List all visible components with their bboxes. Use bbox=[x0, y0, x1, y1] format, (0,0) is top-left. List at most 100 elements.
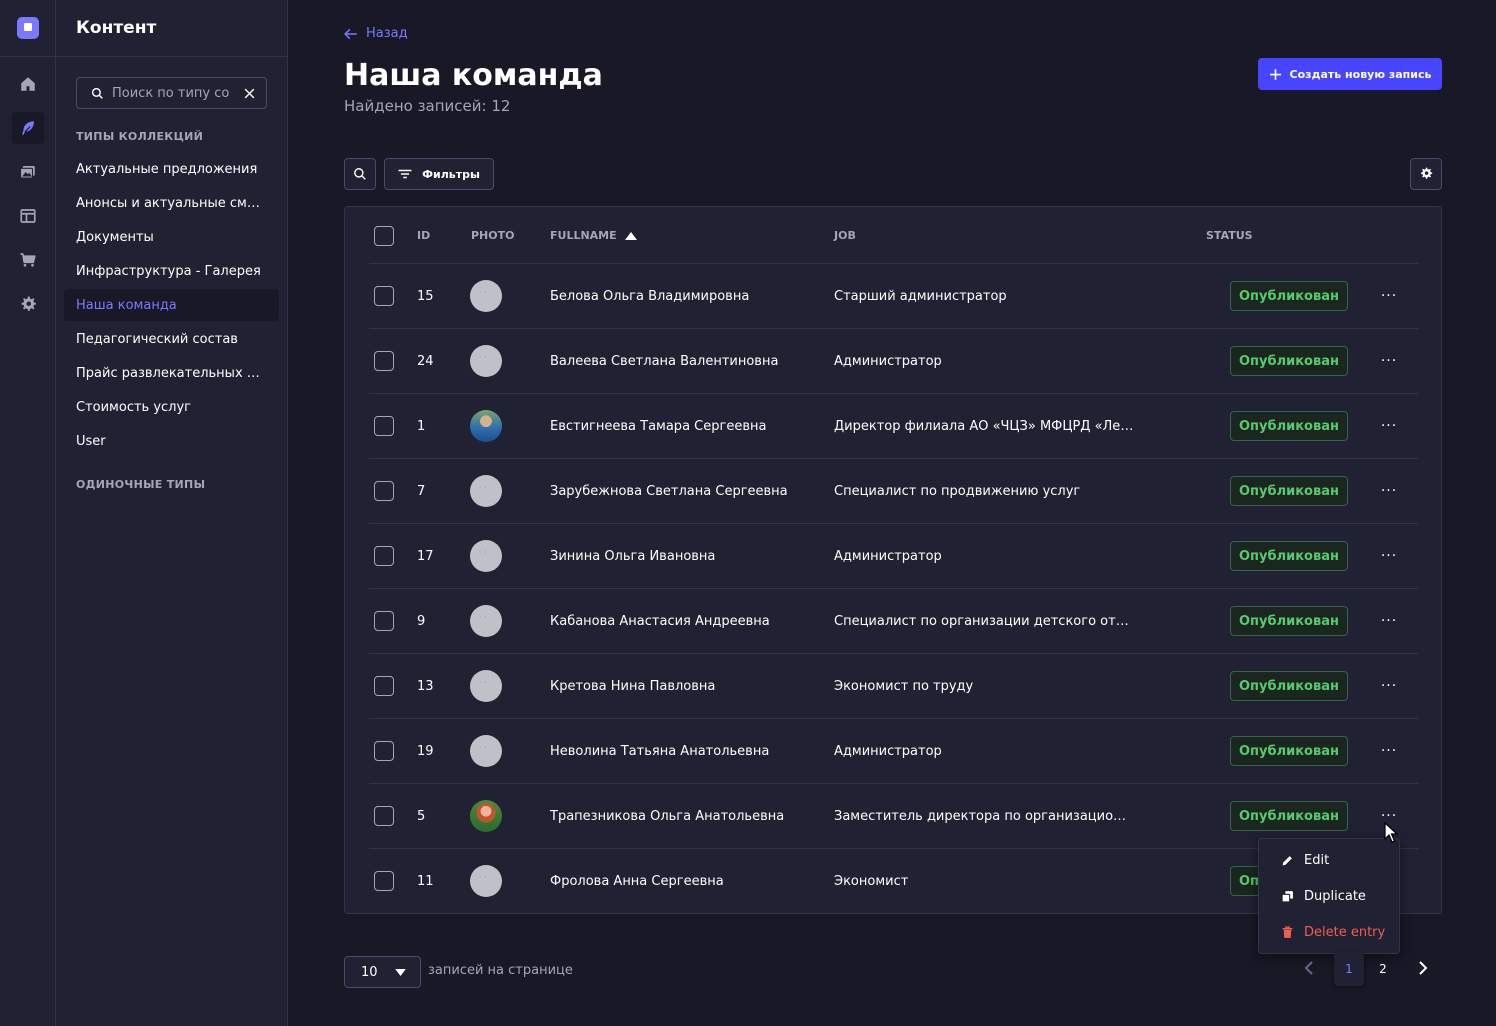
close-icon[interactable] bbox=[243, 87, 256, 100]
row-checkbox[interactable] bbox=[374, 286, 394, 306]
page-2-button[interactable]: 2 bbox=[1368, 952, 1398, 986]
cell-fullname: Фролова Анна Сергеевна bbox=[550, 873, 724, 889]
cart-icon[interactable] bbox=[12, 244, 44, 276]
table-search-button[interactable] bbox=[344, 158, 376, 190]
strapi-logo-icon[interactable] bbox=[17, 17, 39, 39]
avatar bbox=[470, 605, 502, 637]
avatar bbox=[470, 865, 502, 897]
edit-label: Edit bbox=[1304, 852, 1330, 868]
search-icon bbox=[354, 168, 366, 180]
more-actions-icon[interactable]: ··· bbox=[1379, 676, 1399, 696]
status-badge: Опубликован bbox=[1230, 281, 1348, 311]
more-actions-icon[interactable]: ··· bbox=[1379, 351, 1399, 371]
more-actions-icon[interactable]: ··· bbox=[1379, 416, 1399, 436]
duplicate-menu-item[interactable]: Duplicate bbox=[1281, 886, 1366, 906]
column-header-id[interactable]: ID bbox=[417, 229, 430, 242]
sidebar-item-label: Актуальные предложения bbox=[76, 161, 258, 177]
entries-table: ID PHOTO FULLNAME JOB STATUS 15Белова Ол… bbox=[344, 206, 1442, 914]
more-actions-icon[interactable]: ··· bbox=[1379, 741, 1399, 761]
collection-types-heading: ТИПЫ КОЛЛЕКЦИЙ bbox=[76, 130, 204, 143]
sort-ascending-icon[interactable] bbox=[624, 231, 637, 240]
row-checkbox[interactable] bbox=[374, 741, 394, 761]
sidebar-item-gallery[interactable]: Инфраструктура - Галерея bbox=[64, 255, 279, 287]
chevron-right-icon[interactable] bbox=[1412, 958, 1432, 978]
table-row[interactable]: 7 Зарубежнова Светлана Сергеевна Специалис… bbox=[369, 459, 1418, 524]
entries-count: Найдено записей: 12 bbox=[344, 97, 511, 115]
trash-icon bbox=[1282, 925, 1293, 938]
cell-job-text: Администратор bbox=[834, 353, 942, 369]
table-row[interactable]: 19 Неволина Татьяна Анатольевна Администра… bbox=[369, 719, 1418, 784]
page-size-value: 10 bbox=[361, 964, 378, 980]
row-checkbox[interactable] bbox=[374, 806, 394, 826]
cell-fullname: Евстигнеева Тамара Сергеевна bbox=[550, 418, 767, 434]
view-settings-button[interactable] bbox=[1410, 158, 1442, 190]
page-size-select[interactable]: 10 bbox=[344, 956, 421, 988]
filters-button[interactable]: Фильтры bbox=[384, 158, 494, 190]
page-1-button[interactable]: 1 bbox=[1334, 952, 1364, 986]
column-header-fullname[interactable]: FULLNAME bbox=[550, 229, 637, 242]
row-checkbox[interactable] bbox=[374, 611, 394, 631]
row-checkbox[interactable] bbox=[374, 416, 394, 436]
table-row[interactable]: 15 Белова Ольга Владимировна Старший админ… bbox=[369, 264, 1418, 329]
column-header-job[interactable]: JOB bbox=[834, 229, 856, 242]
sidebar-item-offers[interactable]: Актуальные предложения bbox=[64, 153, 279, 185]
sidebar-item-teachers[interactable]: Педагогический состав bbox=[64, 323, 279, 355]
back-label: Назад bbox=[366, 26, 408, 41]
subnav-divider bbox=[56, 56, 288, 57]
status-badge: Опубликован bbox=[1230, 606, 1348, 636]
row-checkbox[interactable] bbox=[374, 351, 394, 371]
sidebar-item-announcements[interactable]: Анонсы и актуальные смены bbox=[64, 187, 279, 219]
table-row[interactable]: 1 Евстигнеева Тамара Сергеевна Директор фи… bbox=[369, 394, 1418, 459]
back-link[interactable]: Назад bbox=[344, 26, 408, 41]
collection-search-input[interactable]: Поиск по типу со bbox=[76, 77, 267, 109]
sidebar-item-label: Анонсы и актуальные смены bbox=[76, 195, 261, 211]
duplicate-icon bbox=[1281, 890, 1293, 902]
cell-job-text: Заместитель директора по организационны.… bbox=[834, 808, 1134, 824]
table-row[interactable]: 24 Валеева Светлана Валентиновна Администр… bbox=[369, 329, 1418, 394]
subnav-title: Контент bbox=[76, 18, 157, 38]
sidebar-item-service-cost[interactable]: Стоимость услуг bbox=[64, 391, 279, 423]
edit-menu-item[interactable]: Edit bbox=[1281, 850, 1329, 870]
column-header-status[interactable]: STATUS bbox=[1206, 229, 1253, 242]
filter-icon bbox=[398, 169, 412, 179]
home-icon[interactable] bbox=[12, 68, 44, 100]
media-library-icon[interactable] bbox=[12, 156, 44, 188]
chevron-left-icon[interactable] bbox=[1300, 958, 1320, 978]
avatar bbox=[470, 800, 502, 832]
sidebar-item-label: Документы bbox=[76, 229, 154, 245]
sidebar-item-user[interactable]: User bbox=[64, 425, 279, 457]
cell-job: Администратор bbox=[834, 329, 942, 393]
column-label: ID bbox=[417, 229, 431, 242]
row-checkbox[interactable] bbox=[374, 871, 394, 891]
table-row[interactable]: 13 Кретова Нина Павловна Экономист по труд… bbox=[369, 654, 1418, 719]
search-placeholder: Поиск по типу со bbox=[112, 85, 230, 101]
app-root: Контент Поиск по типу со ТИПЫ КОЛЛЕКЦИЙ … bbox=[0, 0, 1496, 1026]
delete-entry-menu-item[interactable]: Delete entry bbox=[1281, 922, 1385, 942]
feather-icon[interactable] bbox=[12, 112, 44, 144]
more-actions-icon[interactable]: ··· bbox=[1379, 481, 1399, 501]
table-row[interactable]: 9 Кабанова Анастасия Андреевна Специалист … bbox=[369, 589, 1418, 654]
row-checkbox[interactable] bbox=[374, 481, 394, 501]
layout-icon[interactable] bbox=[12, 200, 44, 232]
more-actions-icon[interactable]: ··· bbox=[1379, 546, 1399, 566]
row-checkbox[interactable] bbox=[374, 546, 394, 566]
table-row[interactable]: 17 Зинина Ольга Ивановна Администратор Опуб… bbox=[369, 524, 1418, 589]
sidebar-item-label: Педагогический состав bbox=[76, 331, 238, 347]
cell-job-text: Директор филиала АО «ЧЦЗ» МФЦРД «Лес... bbox=[834, 418, 1134, 434]
filters-label: Фильтры bbox=[422, 167, 480, 181]
sidebar-item-price-list[interactable]: Прайс развлекательных п... bbox=[64, 357, 279, 389]
cell-id: 13 bbox=[417, 678, 434, 694]
sidebar-item-label: User bbox=[76, 433, 106, 449]
sidebar-item-documents[interactable]: Документы bbox=[64, 221, 279, 253]
more-actions-icon[interactable]: ··· bbox=[1379, 286, 1399, 306]
row-checkbox[interactable] bbox=[374, 676, 394, 696]
gear-icon[interactable] bbox=[12, 288, 44, 320]
cell-job-text: Администратор bbox=[834, 548, 942, 564]
select-all-checkbox[interactable] bbox=[374, 226, 394, 246]
column-label: PHOTO bbox=[471, 229, 515, 242]
more-actions-icon[interactable]: ··· bbox=[1379, 611, 1399, 631]
sidebar-item-team[interactable]: Наша команда bbox=[64, 289, 279, 321]
status-badge: Опубликован bbox=[1230, 411, 1348, 441]
cell-id: 24 bbox=[417, 353, 434, 369]
create-entry-button[interactable]: Создать новую запись bbox=[1258, 58, 1442, 90]
